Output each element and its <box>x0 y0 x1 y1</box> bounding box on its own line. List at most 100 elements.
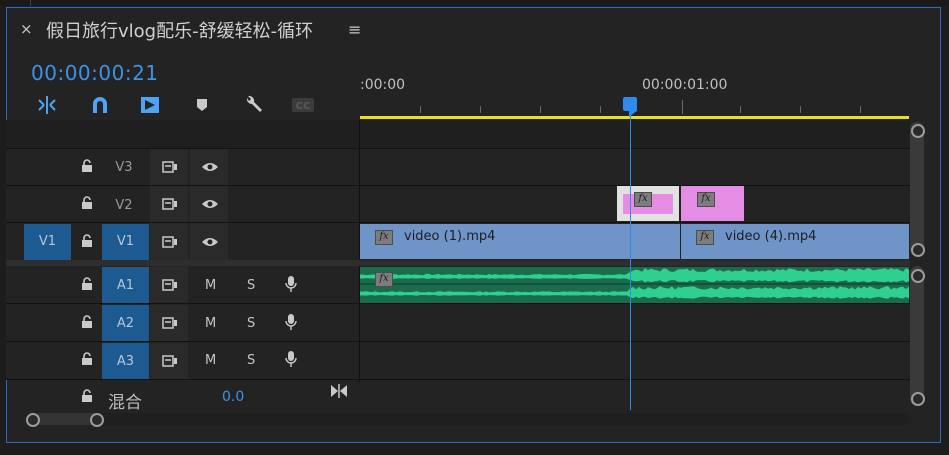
row-separator <box>6 148 910 149</box>
film-icon <box>162 279 177 291</box>
clip-v2-b[interactable]: fx <box>681 186 744 221</box>
mute-a1[interactable]: M <box>205 278 216 293</box>
solo-a1[interactable]: S <box>247 278 255 293</box>
lock-icon[interactable] <box>81 389 93 403</box>
mix-volume-value[interactable]: 0.0 <box>222 389 244 405</box>
ruler-tick <box>600 106 601 113</box>
track-target-a3[interactable]: A3 <box>102 343 149 379</box>
toggle-sync-lock-v3[interactable] <box>150 149 188 185</box>
toggle-output-v3[interactable] <box>190 149 228 185</box>
ruler-tick <box>420 106 421 113</box>
clip-a1-audio[interactable]: fx <box>360 267 909 303</box>
clip-name: video (1).mp4 <box>404 229 496 244</box>
film-icon <box>162 355 177 367</box>
track-label-v2[interactable]: V2 <box>104 198 144 213</box>
ruler-tick <box>800 106 801 113</box>
lock-icon[interactable] <box>81 352 93 366</box>
solo-a2[interactable]: S <box>247 316 255 331</box>
snap-insert-icon[interactable] <box>34 92 60 118</box>
toggle-sync-lock-v1[interactable] <box>150 223 188 260</box>
film-icon <box>162 198 177 210</box>
track-label-v3[interactable]: V3 <box>104 160 144 175</box>
track-label-a1: A1 <box>116 278 135 293</box>
toggle-sync-lock-a1[interactable] <box>150 267 188 303</box>
toggle-sync-lock-v2[interactable] <box>150 186 188 222</box>
scroll-handle-top[interactable] <box>911 124 925 138</box>
magnet-snap-icon[interactable] <box>87 92 113 118</box>
ruler-tick <box>740 106 741 113</box>
clip-v1-video1[interactable]: fx video (1).mp4 <box>360 224 680 259</box>
toggle-sync-lock-a3[interactable] <box>150 343 188 379</box>
playhead-handle[interactable] <box>623 97 637 111</box>
lock-icon[interactable] <box>81 315 93 329</box>
close-panel-icon[interactable]: × <box>20 20 33 38</box>
playhead-handle-tail <box>629 110 638 117</box>
toggle-output-v1[interactable] <box>190 223 228 260</box>
video-audio-divider[interactable] <box>6 260 910 266</box>
ruler-tick <box>540 106 541 113</box>
toggle-output-v2[interactable] <box>190 186 228 222</box>
fx-badge[interactable]: fx <box>375 230 393 245</box>
ruler-tick <box>682 100 683 114</box>
fx-badge[interactable]: fx <box>696 230 714 245</box>
mute-a2[interactable]: M <box>205 316 216 331</box>
zoom-handle-left[interactable] <box>26 413 40 427</box>
captions-icon[interactable]: CC <box>290 92 316 118</box>
row-separator <box>6 341 910 342</box>
track-target-v1[interactable]: V1 <box>102 224 149 260</box>
toggle-sync-lock-a2[interactable] <box>150 305 188 341</box>
track-target-a2[interactable]: A2 <box>102 305 149 341</box>
film-icon <box>162 317 177 329</box>
eye-icon <box>202 238 218 246</box>
eye-icon <box>202 163 218 171</box>
source-patch-v1[interactable]: V1 <box>24 224 71 260</box>
ruler-tick <box>860 106 861 113</box>
zoom-handle-right[interactable] <box>90 413 104 427</box>
audio-vertical-scrollbar[interactable] <box>910 266 924 406</box>
add-marker-icon[interactable] <box>189 92 215 118</box>
microphone-icon[interactable] <box>285 350 297 368</box>
ruler-label-1s: 00:00:01:00 <box>642 77 728 93</box>
ruler-tick <box>480 106 481 113</box>
film-icon <box>162 236 177 248</box>
fx-badge[interactable]: fx <box>697 192 715 207</box>
top-strip <box>0 0 949 6</box>
sequence-title[interactable]: 假日旅行vlog配乐-舒缓轻松-循环 <box>46 17 313 43</box>
fx-badge[interactable]: fx <box>634 192 652 207</box>
eye-icon <box>202 200 218 208</box>
track-target-a1[interactable]: A1 <box>102 267 149 303</box>
row-separator <box>6 303 910 304</box>
source-patch-label: V1 <box>38 234 57 249</box>
row-separator <box>6 185 910 186</box>
panel-menu-icon[interactable]: ≡ <box>348 20 361 39</box>
clip-name: video (4).mp4 <box>725 229 817 244</box>
clip-v1-video4[interactable]: fx video (4).mp4 <box>681 224 909 259</box>
scroll-handle-top[interactable] <box>911 269 925 283</box>
zoom-scrollbar[interactable] <box>29 413 909 425</box>
row-separator <box>6 222 910 223</box>
track-header-gap <box>6 120 910 148</box>
playhead-line[interactable] <box>630 110 631 410</box>
wrench-settings-icon[interactable] <box>240 92 266 118</box>
mute-a3[interactable]: M <box>205 353 216 368</box>
video-vertical-scrollbar[interactable] <box>910 122 924 256</box>
scroll-handle-bottom[interactable] <box>911 243 925 257</box>
playhead-timecode[interactable]: 00:00:00:21 <box>31 61 159 85</box>
clip-v2-a[interactable]: fx <box>617 186 679 221</box>
lock-icon[interactable] <box>81 277 93 291</box>
mix-label: 混合 <box>108 393 142 413</box>
microphone-icon[interactable] <box>285 313 297 331</box>
lock-icon[interactable] <box>81 234 93 248</box>
tab-divider <box>30 0 31 6</box>
ruler-label-start: :00:00 <box>360 77 406 93</box>
fx-badge[interactable]: fx <box>375 272 393 287</box>
track-label-a2: A2 <box>116 316 135 331</box>
svg-text:CC: CC <box>296 101 311 112</box>
lock-icon[interactable] <box>81 159 93 173</box>
lock-icon[interactable] <box>81 196 93 210</box>
microphone-icon[interactable] <box>285 275 297 293</box>
bowtie-jump-icon[interactable] <box>330 384 348 398</box>
linked-selection-icon[interactable] <box>137 92 163 118</box>
solo-a3[interactable]: S <box>247 353 255 368</box>
scroll-handle-bottom[interactable] <box>911 392 925 406</box>
